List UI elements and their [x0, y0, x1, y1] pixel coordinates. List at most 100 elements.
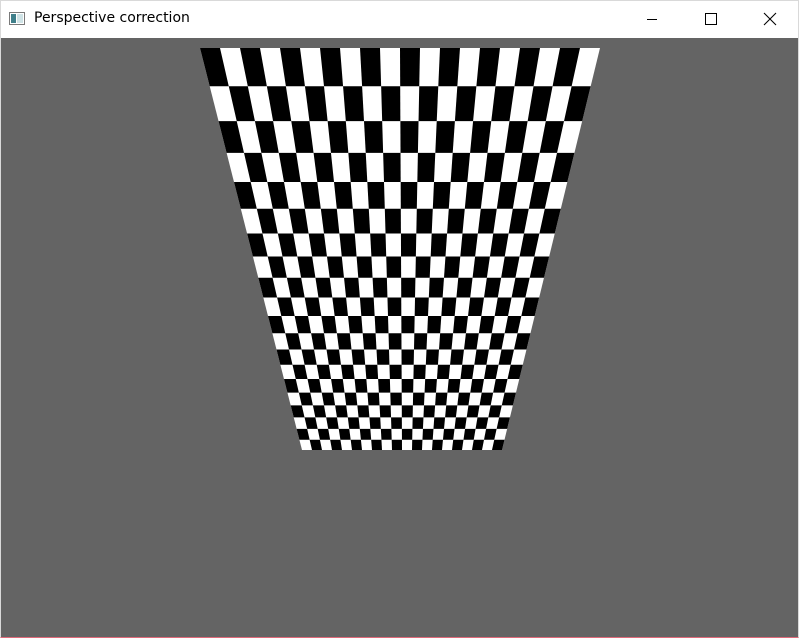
checker-square-dark — [475, 417, 489, 429]
checker-square-dark — [423, 405, 436, 418]
checker-square-dark — [470, 379, 484, 393]
checker-square-dark — [430, 233, 448, 257]
title-bar[interactable]: Perspective correction — [1, 1, 798, 37]
checker-square-dark — [400, 121, 419, 153]
render-canvas[interactable] — [1, 38, 798, 637]
checker-square-dark — [347, 417, 360, 429]
checker-square-dark — [378, 379, 391, 393]
checker-square-dark — [447, 379, 461, 393]
checker-square-dark — [367, 392, 380, 406]
checker-square-dark — [432, 439, 443, 450]
checker-square-dark — [359, 428, 372, 440]
checker-square-dark — [401, 277, 416, 298]
checker-square-dark — [463, 428, 476, 440]
checker-square-dark — [412, 392, 425, 406]
checker-square-dark — [344, 392, 358, 406]
checker-square-dark — [460, 364, 475, 380]
checker-square-dark — [390, 392, 402, 406]
checker-square-dark — [401, 316, 415, 334]
maximize-button[interactable] — [688, 1, 734, 37]
checker-square-dark — [432, 182, 451, 209]
checker-square-dark — [445, 405, 458, 418]
checker-square-dark — [334, 182, 353, 209]
checker-square-dark — [412, 417, 424, 429]
checker-square-dark — [468, 297, 484, 316]
checker-square-dark — [352, 208, 371, 234]
checker-square-dark — [438, 48, 460, 87]
checker-square-dark — [389, 364, 402, 380]
minimize-button[interactable] — [629, 1, 675, 37]
checker-square-dark — [351, 349, 366, 365]
checker-square-dark — [339, 233, 357, 257]
checker-square-dark — [414, 297, 429, 316]
checker-square-dark — [364, 121, 384, 153]
app-window: Perspective correction — [0, 0, 799, 638]
checker-square-dark — [391, 417, 402, 429]
checker-square-dark — [417, 152, 436, 182]
checker-square-dark — [439, 333, 454, 350]
checker-square-dark — [381, 86, 401, 122]
checker-square-dark — [326, 256, 344, 278]
checker-square-dark — [474, 349, 489, 365]
checker-square-dark — [362, 333, 377, 350]
app-window-icon — [9, 12, 25, 25]
checker-square-dark — [391, 439, 402, 450]
checker-square-dark — [369, 417, 381, 429]
checker-square-dark — [343, 86, 364, 122]
checker-square-dark — [376, 349, 390, 365]
checker-square-dark — [387, 297, 402, 316]
checker-square-dark — [454, 417, 467, 429]
checker-square-dark — [453, 316, 468, 334]
checker-square-dark — [457, 392, 471, 406]
checker-square-dark — [321, 392, 336, 406]
checker-square-dark — [388, 333, 402, 350]
minimize-icon — [647, 19, 657, 20]
checker-square-dark — [383, 152, 401, 182]
checker-square-dark — [464, 182, 484, 209]
checker-square-dark — [354, 379, 368, 393]
checker-square-dark — [331, 379, 345, 393]
checker-square-dark — [472, 439, 484, 450]
checker-square-dark — [401, 349, 414, 365]
checker-square-dark — [418, 86, 439, 122]
checker-square-dark — [326, 349, 341, 365]
checker-square-dark — [415, 256, 431, 278]
checker-square-dark — [332, 297, 348, 316]
checker-square-dark — [401, 405, 413, 418]
checker-square-dark — [412, 439, 423, 450]
checker-square-dark — [335, 405, 348, 418]
checker-square-dark — [338, 428, 351, 440]
checker-square-dark — [400, 182, 418, 209]
checker-square-dark — [360, 48, 382, 87]
checker-square-dark — [384, 208, 401, 234]
checker-square-dark — [320, 48, 344, 87]
checker-square-dark — [370, 233, 387, 257]
checker-square-dark — [356, 256, 373, 278]
checker-square-dark — [442, 428, 455, 440]
checker-square-dark — [428, 277, 444, 298]
checker-square-dark — [326, 417, 339, 429]
checker-square-dark — [348, 316, 363, 334]
checker-square-dark — [401, 428, 413, 440]
checker-square-dark — [425, 349, 439, 365]
checker-square-dark — [400, 48, 420, 87]
checker-square-dark — [320, 208, 340, 234]
checker-square-dark — [401, 379, 414, 393]
checkerboard-perspective — [200, 48, 600, 450]
maximize-icon — [705, 13, 717, 25]
close-button[interactable] — [747, 1, 793, 37]
checker-square-dark — [359, 297, 375, 316]
checker-square-dark — [447, 208, 465, 234]
checker-square-dark — [454, 86, 477, 122]
checker-square-dark — [348, 152, 368, 182]
checker-square-dark — [371, 439, 382, 450]
checker-square-dark — [435, 121, 455, 153]
checker-square-dark — [422, 428, 434, 440]
checker-square-dark — [340, 364, 355, 380]
checker-square-dark — [456, 277, 473, 298]
checker-square-dark — [400, 233, 417, 257]
checker-square-dark — [424, 379, 437, 393]
checker-square-dark — [413, 364, 426, 380]
checker-square-dark — [435, 392, 448, 406]
checker-square-dark — [330, 439, 342, 450]
